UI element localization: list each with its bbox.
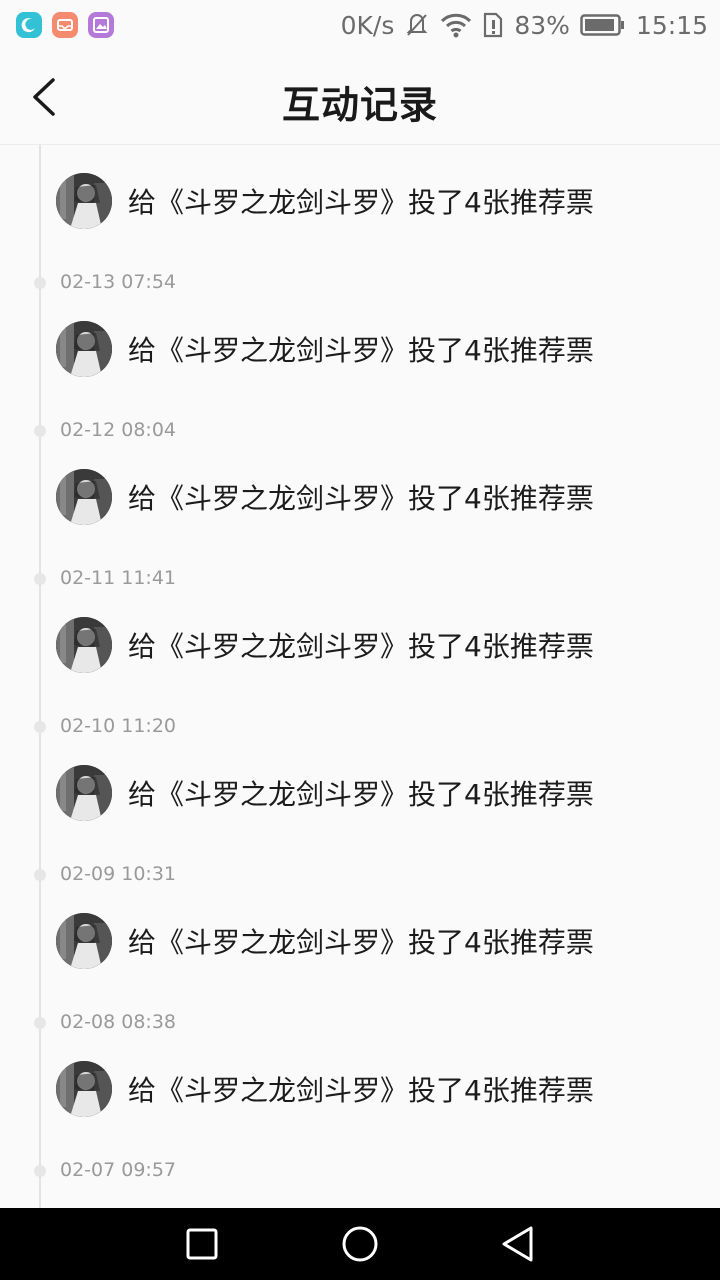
record-card[interactable]: 给《斗罗之龙剑斗罗》投了4张推荐票 <box>56 469 594 525</box>
timeline-dot <box>34 721 46 733</box>
record-date: 02-08 08:38 <box>60 1011 177 1033</box>
status-bar-system: 0K/s 83% 15:15 <box>341 12 708 38</box>
record-date: 02-13 07:54 <box>60 271 177 293</box>
record-text: 给《斗罗之龙剑斗罗》投了4张推荐票 <box>128 926 594 959</box>
record-item[interactable]: 给《斗罗之龙剑斗罗》投了4张推荐票 02-08 08:38 <box>0 885 720 1033</box>
record-text: 给《斗罗之龙剑斗罗》投了4张推荐票 <box>128 778 594 811</box>
record-date: 02-07 09:57 <box>60 1159 177 1181</box>
battery-icon <box>580 14 624 36</box>
record-date: 02-11 11:41 <box>60 567 177 589</box>
avatar <box>56 913 112 969</box>
sim-alert-icon <box>484 12 503 38</box>
record-card[interactable]: 给《斗罗之龙剑斗罗》投了4张推荐票 <box>56 321 594 377</box>
record-text: 给《斗罗之龙剑斗罗》投了4张推荐票 <box>128 630 594 663</box>
wifi-icon <box>441 13 472 38</box>
status-bar: 0K/s 83% 15:15 <box>0 0 720 50</box>
record-text: 给《斗罗之龙剑斗罗》投了4张推荐票 <box>128 334 594 367</box>
record-date: 02-10 11:20 <box>60 715 177 737</box>
record-text: 给《斗罗之龙剑斗罗》投了4张推荐票 <box>128 186 594 219</box>
timeline-dot <box>34 277 46 289</box>
nav-back-button[interactable] <box>494 1220 542 1268</box>
record-item[interactable]: 给《斗罗之龙剑斗罗》投了4张推荐票 02-13 07:54 <box>0 145 720 293</box>
record-item[interactable]: 给《斗罗之龙剑斗罗》投了4张推荐票 02-09 10:31 <box>0 737 720 885</box>
record-text: 给《斗罗之龙剑斗罗》投了4张推荐票 <box>128 482 594 515</box>
moon-app-icon <box>16 12 42 38</box>
recent-apps-icon <box>186 1228 218 1260</box>
record-date: 02-12 08:04 <box>60 419 177 441</box>
record-item[interactable]: 给《斗罗之龙剑斗罗》投了4张推荐票 02-07 09:57 <box>0 1033 720 1181</box>
avatar <box>56 765 112 821</box>
record-item[interactable]: 给《斗罗之龙剑斗罗》投了4张推荐票 02-10 11:20 <box>0 589 720 737</box>
record-text: 给《斗罗之龙剑斗罗》投了4张推荐票 <box>128 1074 594 1107</box>
record-date-row: 02-07 09:57 <box>0 1159 720 1185</box>
timeline-dot <box>34 1165 46 1177</box>
record-item[interactable]: 给《斗罗之龙剑斗罗》投了4张推荐票 02-12 08:04 <box>0 293 720 441</box>
timeline-dot <box>34 425 46 437</box>
avatar <box>56 173 112 229</box>
navigation-bar <box>0 1208 720 1280</box>
record-card[interactable]: 给《斗罗之龙剑斗罗》投了4张推荐票 <box>56 173 594 229</box>
timeline-dot <box>34 1017 46 1029</box>
avatar <box>56 1061 112 1117</box>
record-card[interactable]: 给《斗罗之龙剑斗罗》投了4张推荐票 <box>56 765 594 821</box>
avatar <box>56 617 112 673</box>
status-bar-notifications <box>16 12 114 38</box>
avatar <box>56 321 112 377</box>
record-card[interactable]: 给《斗罗之龙剑斗罗》投了4张推荐票 <box>56 617 594 673</box>
clock: 15:15 <box>635 10 708 40</box>
recent-apps-button[interactable] <box>178 1220 226 1268</box>
record-card[interactable]: 给《斗罗之龙剑斗罗》投了4张推荐票 <box>56 1061 594 1117</box>
back-icon <box>502 1226 533 1262</box>
net-speed: 0K/s <box>340 10 395 40</box>
timeline-dot <box>34 573 46 585</box>
gallery-app-icon <box>88 12 114 38</box>
home-button[interactable] <box>336 1220 384 1268</box>
interaction-record-list[interactable]: 给《斗罗之龙剑斗罗》投了4张推荐票 02-13 07:54 给《斗罗之龙剑斗罗》投了… <box>0 145 720 1208</box>
header: 互动记录 <box>0 50 720 145</box>
mail-app-icon <box>52 12 78 38</box>
battery-percent: 83% <box>514 10 570 40</box>
record-date: 02-09 10:31 <box>60 863 177 885</box>
avatar <box>56 469 112 525</box>
timeline-dot <box>34 869 46 881</box>
record-item[interactable]: 给《斗罗之龙剑斗罗》投了4张推荐票 02-11 11:41 <box>0 441 720 589</box>
mute-icon <box>406 14 428 36</box>
home-icon <box>342 1226 378 1262</box>
page-title: 互动记录 <box>281 82 438 127</box>
record-card[interactable]: 给《斗罗之龙剑斗罗》投了4张推荐票 <box>56 913 594 969</box>
